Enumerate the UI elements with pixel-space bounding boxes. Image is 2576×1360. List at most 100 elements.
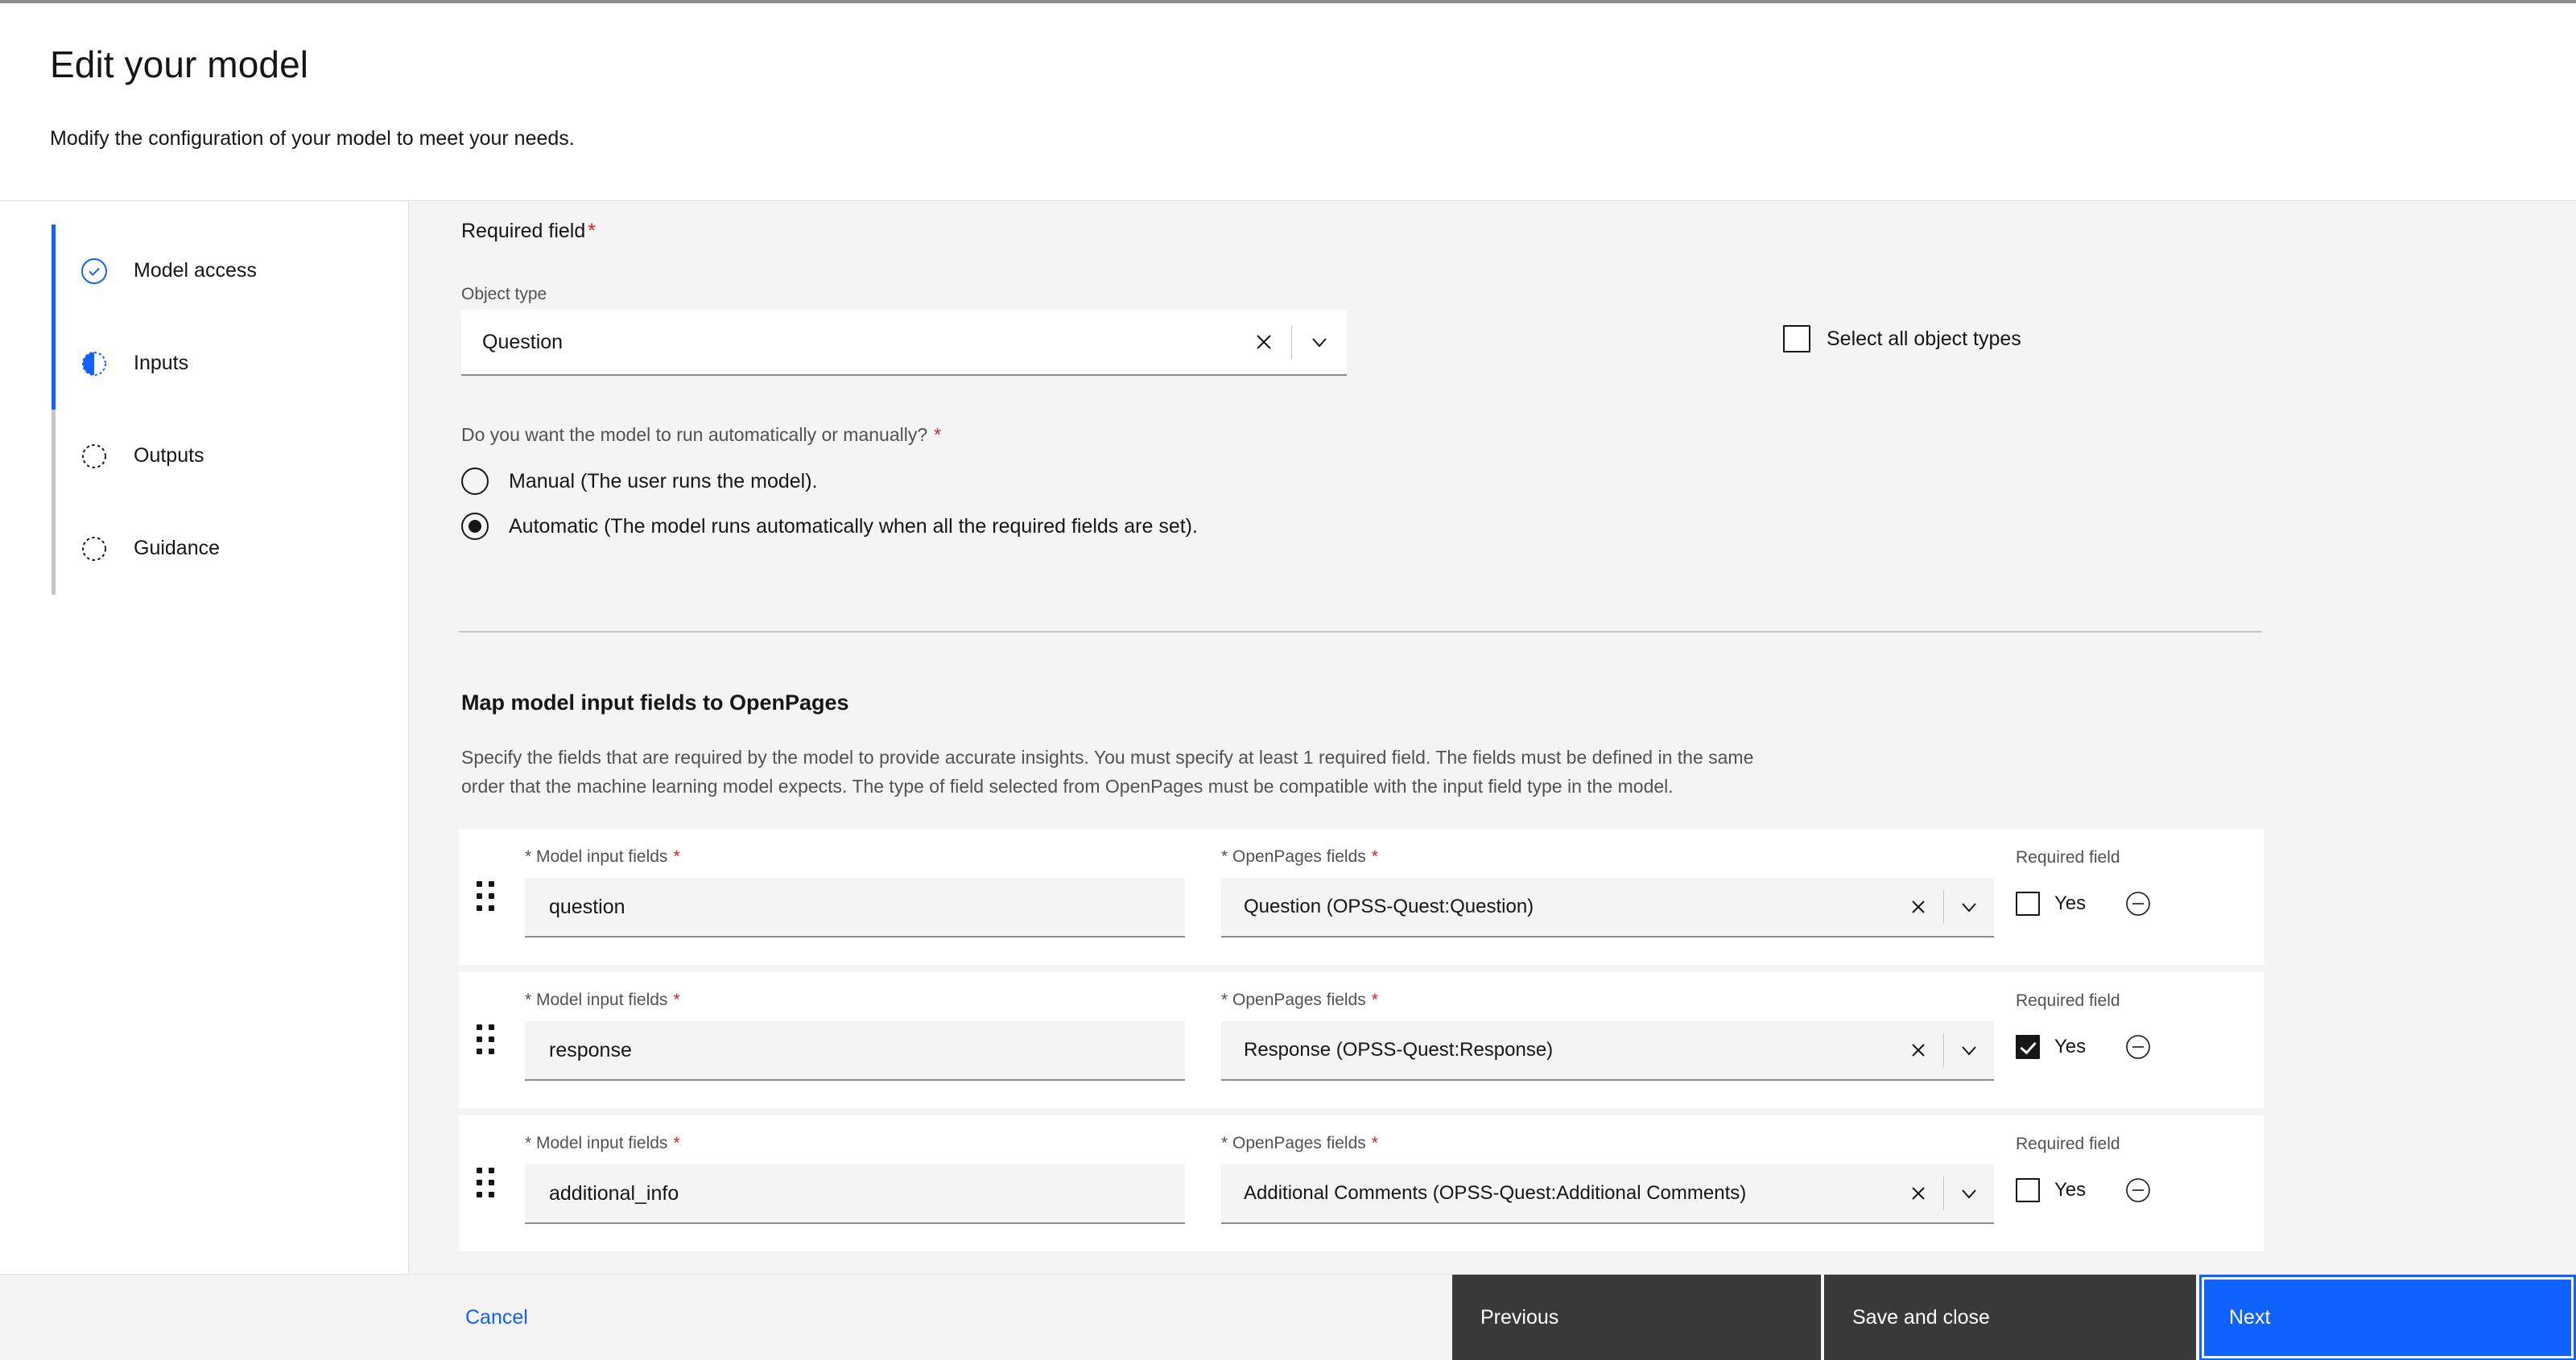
required-asterisk: * [588,220,596,242]
required-field-controls: Yes [2016,888,2257,919]
required-field-column-label: Required field [2016,1135,2120,1153]
run-mode-question-text: Do you want the model to run automatical… [461,424,928,445]
table-row: * Model input fields * * OpenPages fields… [459,1115,2264,1251]
required-asterisk: * [673,1134,680,1152]
radio-circle [461,468,489,495]
main-content-scroll[interactable]: Required field * Object type Question Se… [409,202,2576,1360]
dashed-circle-icon [80,443,108,470]
sidebar-item-label: Model access [134,259,257,282]
required-asterisk: * [673,991,680,1009]
model-input-label: * Model input fields * [525,991,1185,1008]
required-field-column-label: Required field [2016,848,2120,867]
radio-manual[interactable]: Manual (The user runs the model). [461,468,818,495]
drag-handle-icon[interactable] [477,1024,497,1057]
object-type-value: Question [482,330,564,353]
sidebar-item-guidance[interactable]: Guidance [52,502,374,595]
required-yes-label: Yes [2054,892,2087,914]
openpages-label-text: * OpenPages fields [1221,991,1366,1009]
drag-handle-icon[interactable] [477,1168,497,1200]
openpages-label: * OpenPages fields * [1221,991,1994,1008]
required-yes-checkbox[interactable] [2016,1178,2040,1202]
sidebar-item-inputs[interactable]: Inputs [52,317,374,410]
openpages-field-cell: * OpenPages fields * Response (OPSS-Quest… [1221,991,1994,1081]
openpages-field-combobox[interactable]: Question (OPSS-Quest:Question) [1221,878,1994,938]
section-divider [459,631,2262,633]
model-input-label-text: * Model input fields [525,1134,668,1152]
object-type-combobox[interactable]: Question [461,310,1347,376]
close-icon[interactable] [1893,1021,1943,1079]
chevron-down-icon[interactable] [1944,1164,1994,1222]
openpages-label: * OpenPages fields * [1221,848,1994,865]
subtract-circle-icon[interactable] [2123,888,2153,919]
sidebar-item-model-access[interactable]: Model access [52,225,374,317]
chevron-down-icon[interactable] [1292,310,1347,374]
required-asterisk: * [1371,991,1378,1009]
required-asterisk: * [934,424,942,445]
openpages-label-text: * OpenPages fields [1221,847,1366,866]
step-rail [52,410,56,502]
sidebar-item-label: Guidance [134,537,221,559]
save-and-close-button[interactable]: Save and close [1824,1275,2196,1360]
page-body: Model access Inputs Outputs Guidance Req… [0,202,2576,1360]
close-icon[interactable] [1893,878,1943,936]
openpages-field-value: Additional Comments (OPSS-Quest:Addition… [1244,1182,1747,1204]
required-yes-label: Yes [2054,1179,2087,1201]
drag-handle-icon[interactable] [477,881,497,913]
openpages-field-value: Question (OPSS-Quest:Question) [1244,896,1534,917]
required-yes-checkbox[interactable] [2016,1035,2040,1059]
dashed-circle-icon [80,535,108,563]
model-input-field[interactable] [525,1021,1185,1081]
select-all-object-types-checkbox[interactable]: Select all object types [1783,325,2021,352]
required-yes-checkbox[interactable] [2016,892,2040,916]
progress-step-list: Model access Inputs Outputs Guidance [52,225,374,595]
sidebar-item-outputs[interactable]: Outputs [52,410,374,502]
checkbox-box [1783,325,1810,352]
action-bar: Cancel Previous Save and close Next [0,1274,2576,1360]
sidebar-item-label: Outputs [134,444,204,467]
chevron-down-icon[interactable] [1944,1021,1994,1079]
model-input-field[interactable] [525,1164,1185,1224]
close-icon[interactable] [1893,1164,1943,1222]
radio-automatic[interactable]: Automatic (The model runs automatically … [461,513,1198,540]
model-input-label-text: * Model input fields [525,847,668,866]
mapping-section-description: Specify the fields that are required by … [461,747,1754,797]
page-title: Edit your model [50,43,309,85]
model-input-cell: * Model input fields * [525,991,1185,1081]
model-input-label: * Model input fields * [525,1135,1185,1152]
required-field-column-label: Required field [2016,991,2120,1010]
openpages-field-value: Response (OPSS-Quest:Response) [1244,1039,1554,1061]
required-yes-label: Yes [2054,1036,2087,1057]
table-row: * Model input fields * * OpenPages fields… [459,972,2264,1108]
previous-button[interactable]: Previous [1452,1275,1821,1360]
run-mode-question: Do you want the model to run automatical… [461,424,941,446]
step-rail [52,502,56,595]
object-type-label: Object type [461,285,547,303]
subtract-circle-icon[interactable] [2123,1032,2153,1062]
openpages-field-combobox[interactable]: Additional Comments (OPSS-Quest:Addition… [1221,1164,1994,1224]
required-field-controls: Yes [2016,1032,2257,1062]
model-input-cell: * Model input fields * [525,848,1185,938]
chevron-down-icon[interactable] [1944,878,1994,936]
required-field-cell: Required field Yes [2016,1135,2257,1205]
progress-sidebar: Model access Inputs Outputs Guidance [0,202,409,1360]
step-rail [52,317,56,410]
model-input-field[interactable] [525,878,1185,938]
radio-automatic-label: Automatic (The model runs automatically … [509,514,1198,538]
openpages-label: * OpenPages fields * [1221,1135,1994,1152]
subtract-circle-icon[interactable] [2123,1175,2153,1205]
required-field-cell: Required field Yes [2016,848,2257,919]
cancel-button[interactable]: Cancel [409,1275,647,1360]
table-row: * Model input fields * * OpenPages fields… [459,829,2264,965]
edit-model-page: Edit your model Modify the configuration… [0,0,2576,1360]
sidebar-item-label: Inputs [134,352,189,374]
next-button[interactable]: Next [2199,1275,2576,1360]
openpages-label-text: * OpenPages fields [1221,1134,1366,1152]
required-asterisk: * [673,847,680,866]
select-all-label: Select all object types [1827,327,2021,350]
page-subtitle: Modify the configuration of your model t… [50,127,575,150]
radio-manual-label: Manual (The user runs the model). [509,469,818,492]
close-icon[interactable] [1236,310,1291,374]
check-circle-icon [80,258,108,285]
page-header: Edit your model Modify the configuration… [0,3,2576,201]
openpages-field-combobox[interactable]: Response (OPSS-Quest:Response) [1221,1021,1994,1081]
